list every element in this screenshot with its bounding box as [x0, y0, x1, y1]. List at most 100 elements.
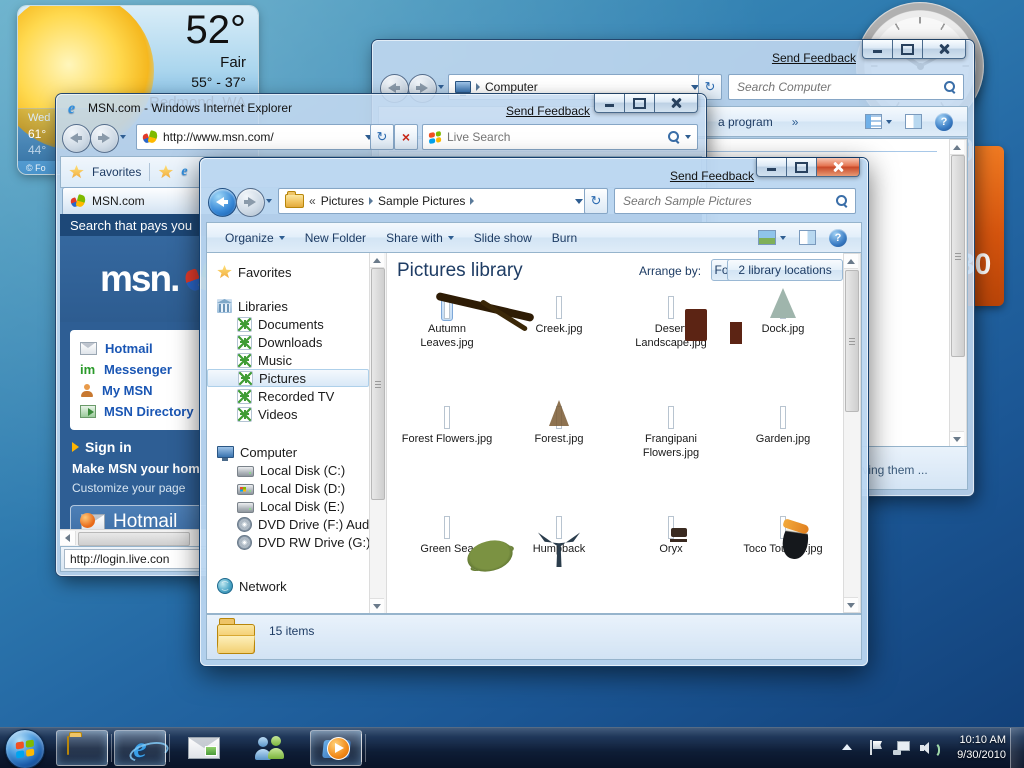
scrollbar-thumb[interactable]: [845, 270, 859, 412]
minimize-button[interactable]: [862, 40, 893, 59]
nav-libraries[interactable]: Libraries: [207, 297, 369, 315]
forward-button[interactable]: [236, 188, 265, 217]
address-dropdown-icon[interactable]: [575, 199, 583, 204]
nav-dvd-rw-drive-g[interactable]: DVD RW Drive (G:) A: [207, 533, 369, 551]
file-item[interactable]: Autumn Leaves.jpg: [391, 295, 503, 405]
nav-computer[interactable]: Computer: [207, 443, 369, 461]
url-text[interactable]: http://www.msn.com/: [163, 130, 274, 144]
send-feedback-link[interactable]: Send Feedback: [670, 169, 754, 183]
breadcrumb-sample-pictures[interactable]: Sample Pictures: [378, 194, 465, 208]
search-input[interactable]: [621, 193, 831, 209]
file-item[interactable]: Green Sea: [391, 515, 503, 614]
file-item[interactable]: Desert Landscape.jpg: [615, 295, 727, 405]
nav-recorded-tv[interactable]: Recorded TV: [207, 387, 369, 405]
new-folder-button[interactable]: New Folder: [295, 223, 376, 252]
scroll-down-button[interactable]: [370, 598, 384, 613]
file-item[interactable]: Forest Flowers.jpg: [391, 405, 503, 515]
send-feedback-link[interactable]: Send Feedback: [506, 104, 590, 118]
send-feedback-link[interactable]: Send Feedback: [772, 51, 856, 65]
history-dropdown-icon[interactable]: [266, 199, 272, 203]
slide-show-button[interactable]: Slide show: [464, 223, 542, 252]
breadcrumb-overflow[interactable]: «: [309, 194, 316, 208]
show-desktop-button[interactable]: [1010, 728, 1024, 768]
refresh-button[interactable]: ↻: [370, 124, 394, 150]
nav-pictures[interactable]: Pictures: [207, 369, 369, 387]
taskbar-media-player-button[interactable]: [310, 730, 362, 766]
scroll-up-button[interactable]: [950, 140, 964, 155]
history-dropdown-icon[interactable]: [438, 85, 444, 89]
file-item[interactable]: Dock.jpg: [727, 295, 839, 405]
preview-pane-button[interactable]: [905, 114, 922, 129]
breadcrumb-pictures[interactable]: Pictures: [321, 194, 364, 208]
scrollbar-thumb[interactable]: [951, 155, 965, 357]
action-center-icon[interactable]: [869, 740, 882, 755]
nav-local-disk-e[interactable]: Local Disk (E:): [207, 497, 369, 515]
change-view-button[interactable]: [758, 230, 786, 245]
maximize-button[interactable]: [892, 40, 923, 59]
preview-pane-button[interactable]: [799, 230, 816, 245]
toolbar-overflow-chevron[interactable]: »: [792, 115, 799, 129]
file-item[interactable]: Frangipani Flowers.jpg: [615, 405, 727, 515]
maximize-button[interactable]: [624, 94, 655, 113]
close-button[interactable]: [816, 158, 860, 177]
file-item[interactable]: Oryx: [615, 515, 727, 614]
toolbar-clipped-item[interactable]: a program »: [718, 107, 798, 136]
volume-icon[interactable]: [920, 741, 938, 755]
back-button[interactable]: [62, 124, 91, 153]
taskbar-explorer-button[interactable]: [56, 730, 108, 766]
nav-downloads[interactable]: Downloads: [207, 333, 369, 351]
start-button[interactable]: [5, 729, 45, 768]
maximize-button[interactable]: [786, 158, 817, 177]
close-button[interactable]: [654, 94, 698, 113]
organize-button[interactable]: Organize: [215, 223, 295, 252]
address-bar[interactable]: « Pictures Sample Pictures: [278, 188, 590, 214]
close-button[interactable]: [922, 40, 966, 59]
scroll-up-button[interactable]: [844, 254, 858, 269]
history-dropdown-icon[interactable]: [120, 135, 126, 139]
search-input[interactable]: [735, 79, 939, 95]
nav-favorites[interactable]: Favorites: [207, 263, 369, 281]
file-item[interactable]: Humpback: [503, 515, 615, 614]
vertical-scrollbar[interactable]: [949, 139, 967, 447]
nav-documents[interactable]: Documents: [207, 315, 369, 333]
change-view-button[interactable]: [865, 114, 892, 129]
navigation-scrollbar[interactable]: [369, 253, 387, 613]
minimize-button[interactable]: [594, 94, 625, 113]
scroll-down-button[interactable]: [844, 597, 858, 612]
network-icon[interactable]: [893, 741, 910, 755]
nav-dvd-drive-f[interactable]: DVD Drive (F:) Audio: [207, 515, 369, 533]
file-item[interactable]: Garden.jpg: [727, 405, 839, 515]
refresh-button[interactable]: ↻: [584, 188, 608, 214]
nav-local-disk-d[interactable]: Local Disk (D:): [207, 479, 369, 497]
taskbar-mail-button[interactable]: [178, 730, 230, 766]
nav-videos[interactable]: Videos: [207, 405, 369, 423]
add-favorite-icon[interactable]: [158, 165, 173, 179]
content-scrollbar[interactable]: [843, 253, 861, 613]
favorites-button[interactable]: Favorites: [92, 165, 141, 179]
help-button[interactable]: ?: [829, 229, 847, 247]
scroll-down-button[interactable]: [950, 431, 964, 446]
burn-button[interactable]: Burn: [542, 223, 587, 252]
nav-network[interactable]: Network: [207, 577, 369, 595]
minimize-button[interactable]: [756, 158, 787, 177]
scroll-left-button[interactable]: [60, 531, 76, 545]
help-button[interactable]: ?: [935, 113, 953, 131]
breadcrumb[interactable]: Computer: [485, 80, 538, 94]
address-bar[interactable]: http://www.msn.com/: [136, 124, 380, 150]
show-hidden-icons-button[interactable]: [842, 744, 852, 750]
share-with-button[interactable]: Share with: [376, 223, 464, 252]
library-locations-button[interactable]: 2 library locations: [727, 259, 843, 281]
ie-page-icon[interactable]: e: [181, 164, 187, 180]
nav-local-disk-c[interactable]: Local Disk (C:): [207, 461, 369, 479]
stop-button[interactable]: ×: [394, 124, 418, 150]
file-item[interactable]: Toco Toucan.jpg: [727, 515, 839, 614]
taskbar-clock[interactable]: 10:10 AM 9/30/2010: [957, 733, 1006, 763]
scrollbar-thumb[interactable]: [78, 532, 190, 546]
taskbar-ie-button[interactable]: e: [114, 730, 166, 766]
back-button[interactable]: [208, 188, 237, 217]
search-input[interactable]: [445, 129, 663, 145]
scrollbar-thumb[interactable]: [371, 268, 385, 500]
scroll-up-button[interactable]: [370, 253, 384, 268]
forward-button[interactable]: [90, 124, 119, 153]
file-item[interactable]: Forest.jpg: [503, 405, 615, 515]
